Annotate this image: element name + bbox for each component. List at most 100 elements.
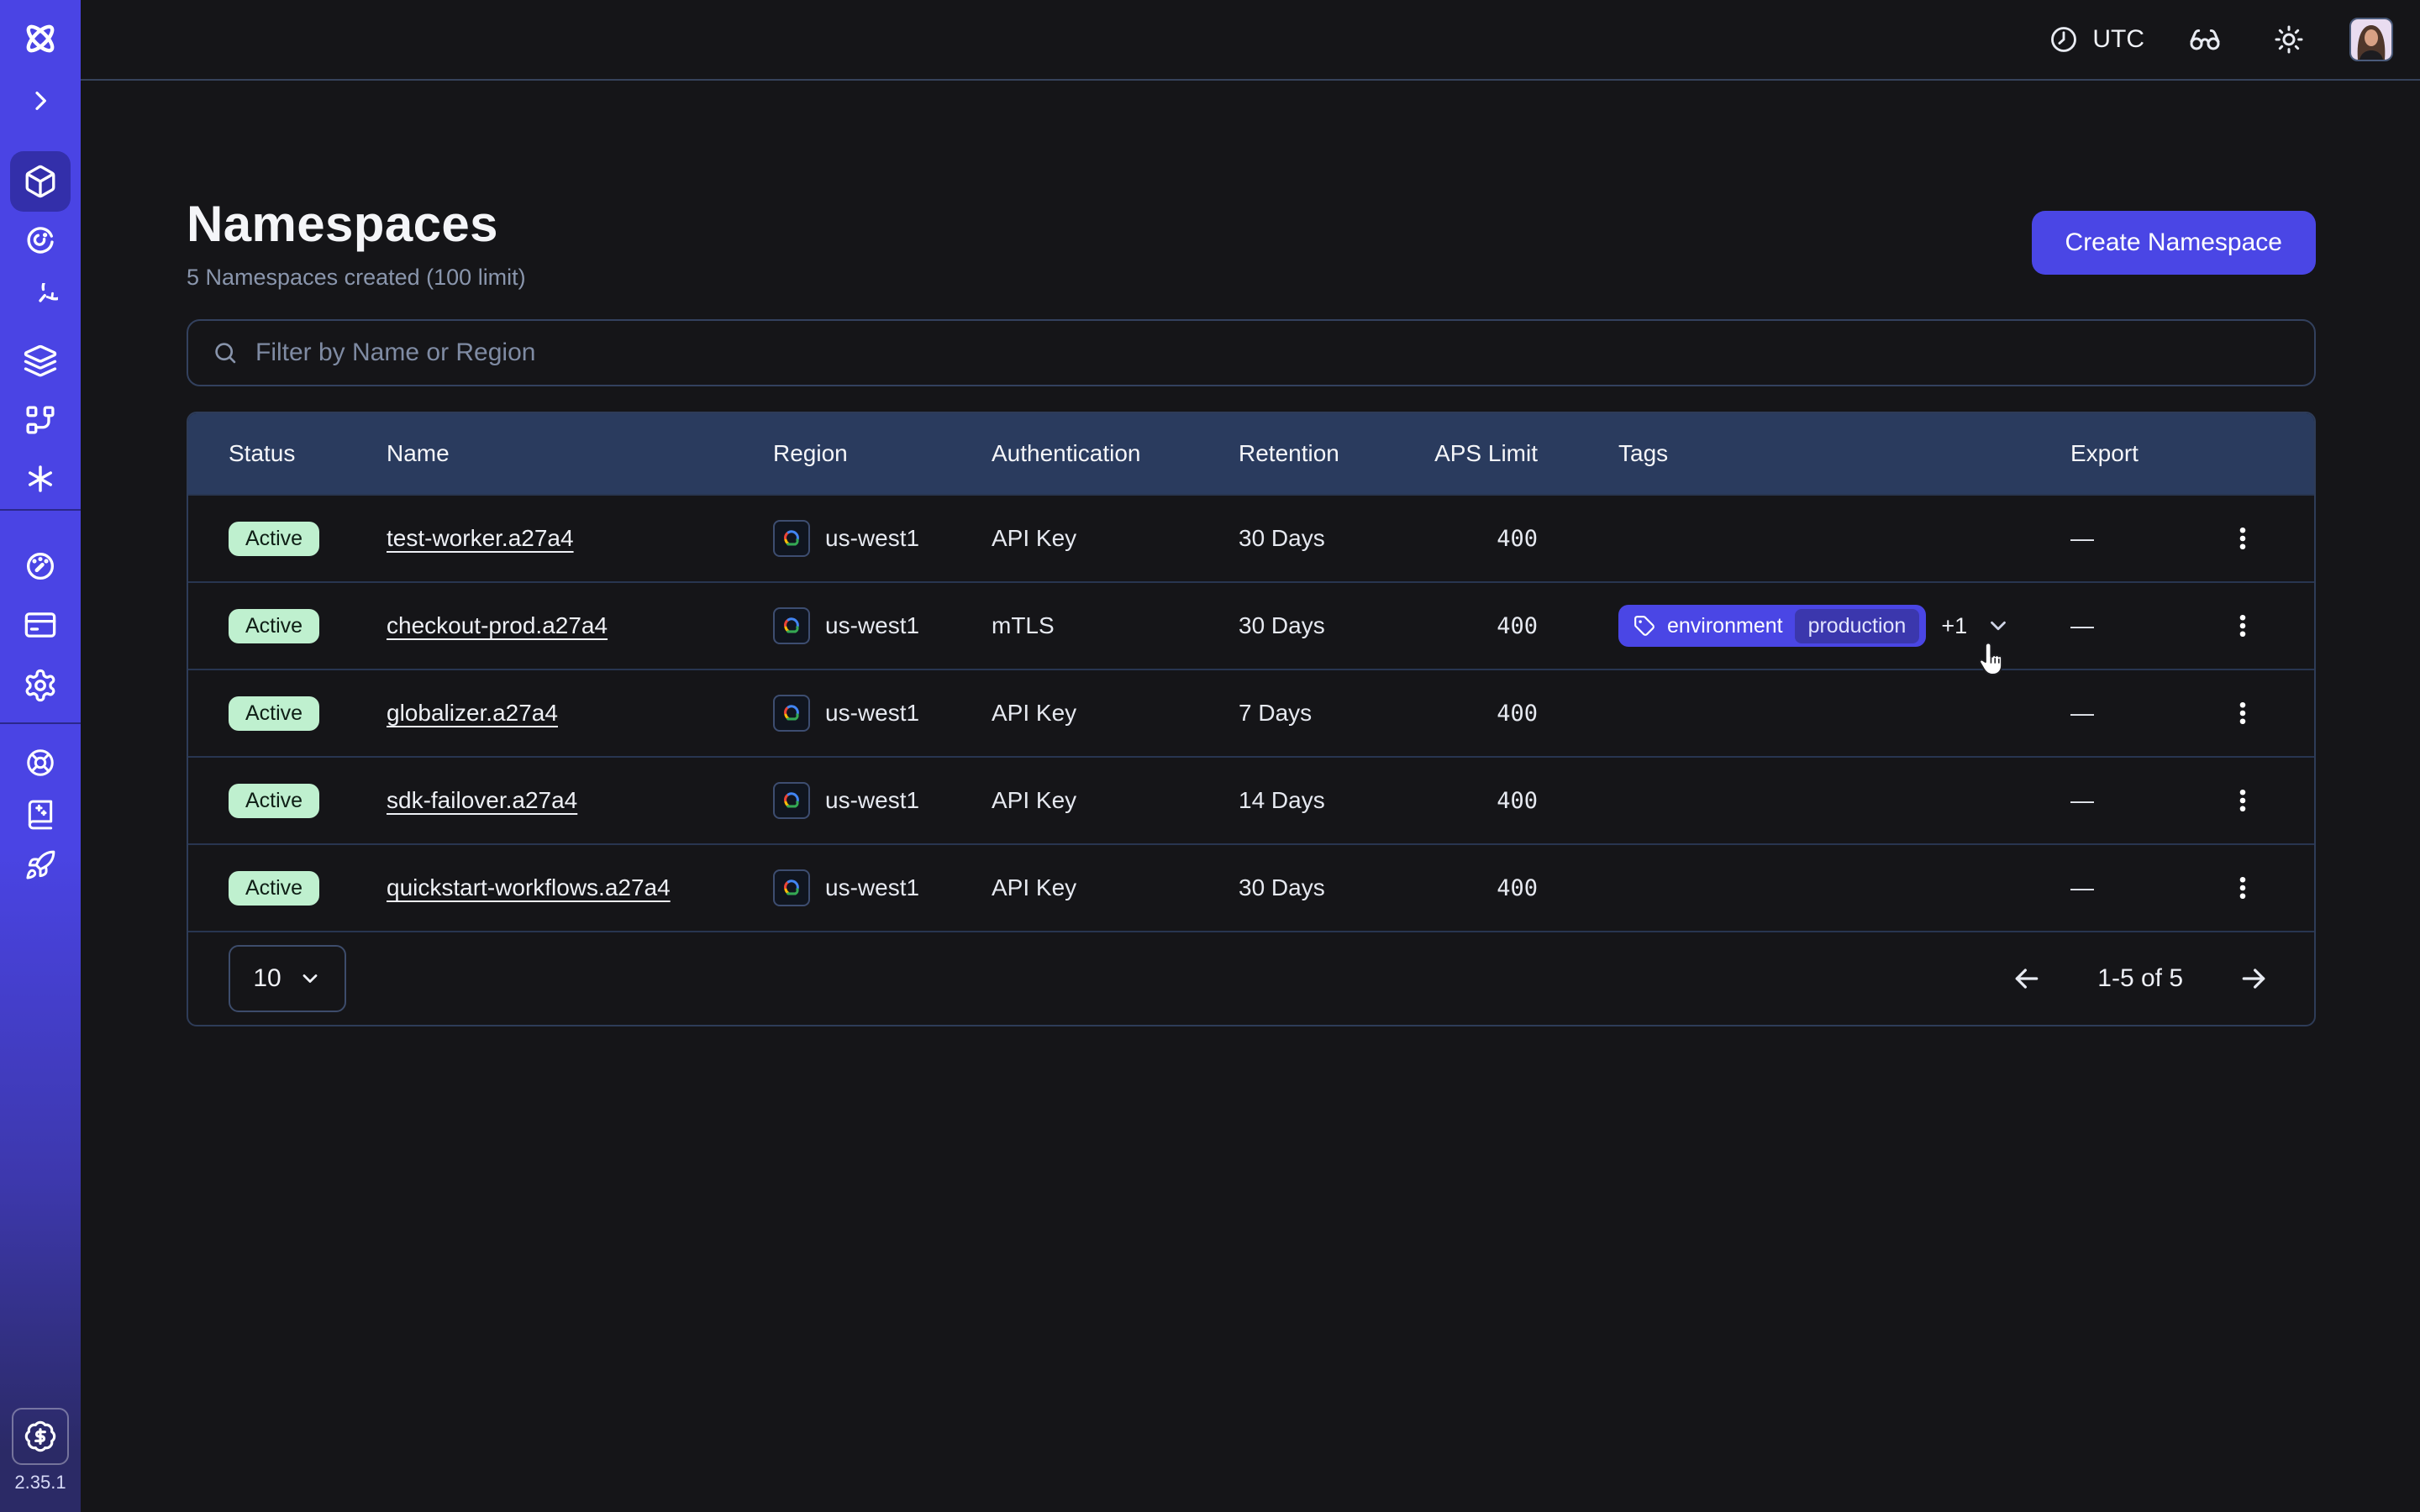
sidebar-item-stacks[interactable] [10, 331, 71, 391]
namespace-link[interactable]: test-worker.a27a4 [387, 525, 574, 551]
status-badge: Active [229, 871, 319, 906]
sidebar-collapse-button[interactable] [20, 81, 60, 121]
sidebar-item-support[interactable] [13, 736, 67, 790]
sidebar-item-usage[interactable] [10, 536, 71, 596]
gauge-icon [23, 549, 58, 584]
status-badge: Active [229, 696, 319, 731]
table-row: Active sdk-failover.a27a4 us-west1 API K… [188, 756, 2314, 843]
page-size-select[interactable]: 10 [229, 945, 346, 1012]
sidebar-divider [0, 509, 81, 511]
sidebar-divider [0, 722, 81, 724]
sidebar-item-workflows[interactable] [10, 390, 71, 450]
export-value: — [2070, 612, 2171, 639]
badge-dollar-icon [24, 1420, 57, 1453]
page-title: Namespaces [187, 195, 526, 253]
sidebar-item-namespaces[interactable] [10, 151, 71, 212]
sidebar-item-billing[interactable] [10, 595, 71, 655]
status-badge: Active [229, 522, 319, 556]
sidebar: 2.35.1 [0, 0, 81, 1512]
sidebar-item-getting-started[interactable] [13, 838, 67, 892]
column-header-authentication: Authentication [992, 440, 1239, 467]
avatar[interactable] [2349, 18, 2393, 61]
sun-icon [2272, 23, 2306, 56]
reader-mode-button[interactable] [2181, 16, 2228, 63]
retention-label: 30 Days [1239, 874, 1427, 901]
glasses-icon [2188, 23, 2222, 56]
namespace-link[interactable]: quickstart-workflows.a27a4 [387, 874, 671, 900]
page-subtitle: 5 Namespaces created (100 limit) [187, 265, 526, 291]
column-header-region: Region [773, 440, 992, 467]
filter-searchbar[interactable] [187, 319, 2316, 386]
sidebar-item-docs[interactable] [13, 788, 67, 842]
next-page-button[interactable] [2233, 958, 2274, 999]
export-value: — [2070, 525, 2171, 552]
column-header-retention: Retention [1239, 440, 1427, 467]
auth-label: API Key [992, 874, 1239, 901]
row-menu-button[interactable] [2221, 517, 2265, 560]
tag-pill[interactable]: environment production [1618, 605, 1926, 647]
create-namespace-button[interactable]: Create Namespace [2032, 211, 2316, 275]
cube-icon [23, 164, 58, 199]
namespaces-table: Status Name Region Authentication Retent… [187, 412, 2316, 1026]
row-menu-button[interactable] [2221, 604, 2265, 648]
sidebar-item-schedules[interactable] [10, 270, 71, 331]
row-menu-button[interactable] [2221, 866, 2265, 910]
arrow-left-icon [2010, 962, 2044, 995]
credit-card-icon [23, 607, 58, 643]
namespace-link[interactable]: sdk-failover.a27a4 [387, 787, 577, 813]
arrow-right-icon [2237, 962, 2270, 995]
column-header-tags: Tags [1538, 440, 2070, 467]
namespace-link[interactable]: globalizer.a27a4 [387, 700, 558, 726]
timezone-selector[interactable]: UTC [2049, 24, 2144, 55]
search-icon [212, 339, 239, 366]
table-row: Active quickstart-workflows.a27a4 us-wes… [188, 843, 2314, 931]
app-root: 2.35.1 UTC Namespaces 5 Namespaces [0, 0, 2420, 1512]
gear-icon [23, 668, 58, 703]
auth-label: API Key [992, 700, 1239, 727]
column-header-aps-limit: APS Limit [1427, 440, 1538, 467]
table-row: Active test-worker.a27a4 us-west1 API Ke… [188, 494, 2314, 581]
auth-label: API Key [992, 525, 1239, 552]
export-value: — [2070, 874, 2171, 901]
retention-label: 30 Days [1239, 612, 1427, 639]
app-version: 2.35.1 [0, 1472, 81, 1494]
mouse-cursor [1971, 640, 2008, 680]
sidebar-item-settings[interactable] [10, 655, 71, 716]
lifebuoy-icon [24, 747, 56, 779]
pagination-range: 1-5 of 5 [2097, 964, 2183, 993]
prev-page-button[interactable] [2007, 958, 2047, 999]
timer-icon [23, 283, 58, 318]
aps-limit-value: 400 [1427, 788, 1538, 814]
table-row: Active globalizer.a27a4 us-west1 API Key… [188, 669, 2314, 756]
region-label: us-west1 [825, 874, 919, 901]
column-header-export: Export [2070, 440, 2171, 467]
sidebar-item-monitoring[interactable] [10, 210, 71, 270]
namespace-link[interactable]: checkout-prod.a27a4 [387, 612, 608, 638]
table-footer: 10 1-5 of 5 [188, 931, 2314, 1025]
clock-icon [2049, 24, 2079, 55]
table-header-row: Status Name Region Authentication Retent… [188, 413, 2314, 494]
chevron-down-icon [298, 967, 322, 990]
tags-more-count: +1 [1941, 613, 1967, 639]
kebab-menu-icon [2228, 698, 2258, 728]
aps-limit-value: 400 [1427, 701, 1538, 727]
region-label: us-west1 [825, 612, 919, 639]
aps-limit-value: 400 [1427, 875, 1538, 901]
row-menu-button[interactable] [2221, 691, 2265, 735]
chevron-down-icon[interactable] [1986, 613, 2011, 638]
temporal-logo-icon[interactable] [0, 0, 81, 77]
book-sparkles-icon [24, 799, 56, 831]
aps-limit-value: 400 [1427, 526, 1538, 552]
credits-button[interactable] [12, 1408, 69, 1465]
search-input[interactable] [255, 339, 2291, 367]
gcp-cloud-icon [773, 607, 810, 644]
theme-toggle-button[interactable] [2265, 16, 2312, 63]
layers-icon [23, 344, 58, 379]
sidebar-item-nexus[interactable] [10, 449, 71, 509]
gcp-cloud-icon [773, 520, 810, 557]
kebab-menu-icon [2228, 611, 2258, 641]
kebab-menu-icon [2228, 873, 2258, 903]
chevron-right-icon [27, 87, 54, 114]
row-menu-button[interactable] [2221, 779, 2265, 822]
topbar: UTC [81, 0, 2420, 81]
